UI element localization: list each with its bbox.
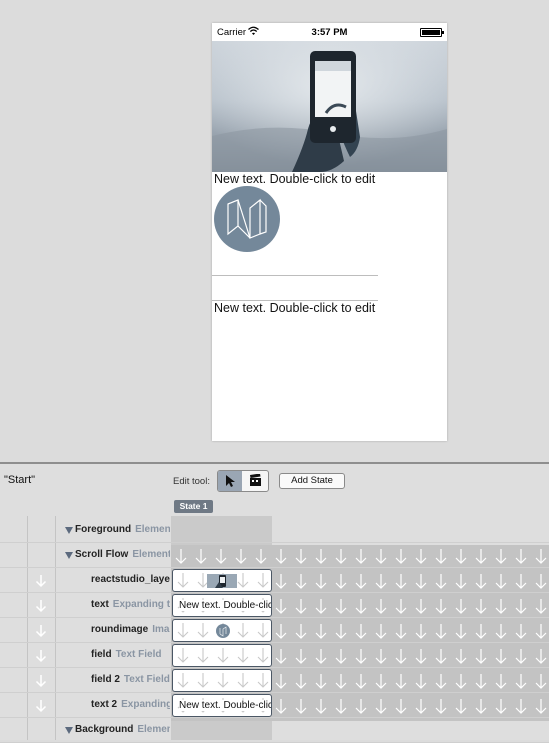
layer-type: Element [132, 549, 170, 560]
text-element-2[interactable]: New text. Double-click to edit [214, 301, 375, 315]
state-cell[interactable]: New text. Double-click to edit [172, 594, 272, 617]
cell-text: New text. Double-click to edit [179, 600, 271, 611]
layer-row[interactable]: field Text Field [0, 643, 549, 668]
layer-name: Background [75, 724, 134, 735]
layer-name: roundimage [91, 624, 149, 635]
layer-row[interactable]: text 2Expanding text New text. Double-cli… [0, 693, 549, 718]
battery-icon [420, 28, 444, 37]
layer-type: Image [152, 624, 170, 635]
state-cell[interactable] [172, 644, 272, 667]
add-state-button[interactable]: Add State [279, 473, 345, 489]
layer-type: Expanding text [121, 699, 170, 710]
arrow-down-icon[interactable] [33, 698, 49, 714]
layer-label[interactable]: field Text Field [91, 649, 170, 660]
disclosure-triangle-icon[interactable] [65, 527, 73, 534]
layer-label[interactable]: reactstudio_layerImage [91, 574, 170, 585]
state-name-label[interactable]: "Start" [4, 474, 35, 486]
round-image-thumbnail [216, 624, 230, 638]
state-cell[interactable] [172, 569, 272, 592]
arrow-down-icon[interactable] [33, 648, 49, 664]
layer-row[interactable]: roundimageImage [0, 618, 549, 643]
phone-preview[interactable]: Carrier 3:57 PM New text. Double-click t… [212, 23, 447, 441]
disclosure-triangle-icon[interactable] [65, 552, 73, 559]
layer-type: Element [137, 724, 170, 735]
arrow-down-icon[interactable] [33, 573, 49, 589]
layer-label[interactable]: roundimageImage [91, 624, 170, 635]
edit-tool-label: Edit tool: [173, 476, 210, 487]
layer-label[interactable]: textExpanding text [91, 599, 170, 610]
layer-row[interactable]: Scroll Flow Element [0, 543, 549, 568]
layer-name: field 2 [91, 674, 120, 685]
cell-text: New text. Double-click to edit [179, 700, 271, 711]
pointer-tool-button[interactable] [218, 471, 242, 491]
clapperboard-icon [250, 474, 261, 486]
hero-image[interactable] [212, 41, 447, 172]
layer-label[interactable]: field 2 Text Field [91, 674, 170, 685]
layer-type: Expanding text [112, 599, 170, 610]
state-cell[interactable] [172, 619, 272, 642]
layer-type: Text Field [123, 674, 170, 685]
timeline-panel: "Start" Edit tool: Add State State 1 For… [0, 462, 549, 743]
cursor-arrow-icon [226, 475, 235, 487]
state-cell[interactable] [172, 669, 272, 692]
arrow-down-icon[interactable] [33, 623, 49, 639]
layer-name: field [91, 649, 112, 660]
status-bar: Carrier 3:57 PM [212, 23, 447, 41]
layer-label[interactable]: text 2Expanding text [91, 699, 170, 710]
arrow-down-icon[interactable] [33, 598, 49, 614]
layer-row[interactable]: textExpanding text New text. Double-click… [0, 593, 549, 618]
text-element[interactable]: New text. Double-click to edit [214, 172, 375, 186]
text-field-1[interactable] [212, 275, 378, 276]
layer-name: text 2 [91, 699, 118, 710]
layer-row[interactable]: ForegroundElement [0, 518, 549, 543]
design-canvas[interactable]: Carrier 3:57 PM New text. Double-click t… [0, 0, 549, 462]
state-tab[interactable]: State 1 [174, 500, 213, 513]
film-tool-button[interactable] [243, 471, 268, 491]
layer-label[interactable]: BackgroundElement [75, 724, 170, 735]
layer-row[interactable]: field 2 Text Field [0, 668, 549, 693]
layer-name: Foreground [75, 524, 132, 535]
layer-label[interactable]: Scroll Flow Element [75, 549, 170, 560]
state-cell[interactable]: New text. Double-click to edit [172, 694, 272, 717]
round-image[interactable] [214, 186, 280, 252]
layer-name: text [91, 599, 109, 610]
layer-name: reactstudio_layer [91, 574, 170, 585]
arrow-down-icon[interactable] [33, 673, 49, 689]
clock-label: 3:57 PM [311, 27, 348, 38]
layer-label[interactable]: ForegroundElement [75, 524, 170, 535]
disclosure-triangle-icon[interactable] [65, 727, 73, 734]
layer-row[interactable]: BackgroundElement [0, 718, 549, 743]
layer-type: Text Field [115, 649, 162, 660]
layer-name: Scroll Flow [75, 549, 129, 560]
layer-type: Element [135, 524, 170, 535]
edit-tool-selector [217, 470, 269, 492]
layer-row[interactable]: reactstudio_layerImage [0, 568, 549, 593]
image-thumbnail [207, 574, 237, 588]
